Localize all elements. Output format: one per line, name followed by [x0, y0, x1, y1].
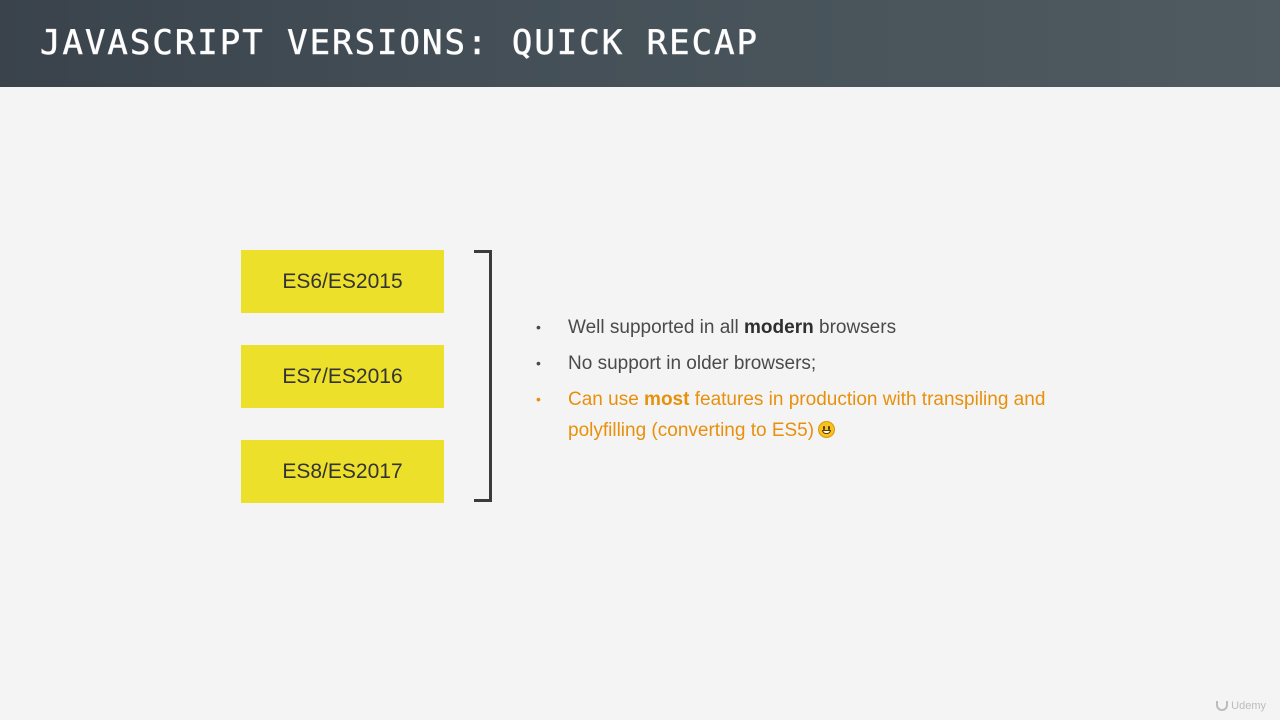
version-box-es7: ES7/ES2016 [241, 345, 444, 408]
bullet-item-no-support: • No support in older browsers; [532, 348, 1092, 379]
bullet-dot: • [536, 319, 541, 335]
version-box-es8: ES8/ES2017 [241, 440, 444, 503]
bullet-text: No support in older browsers; [568, 353, 817, 374]
slide-header: JavaScript Versions: Quick Recap [0, 0, 1280, 87]
udemy-watermark: Udemy [1216, 700, 1266, 712]
bullet-item-modern-support: • Well supported in all modern browsers [532, 312, 1092, 343]
bullet-dot: • [536, 391, 541, 407]
udemy-logo-icon [1216, 701, 1229, 711]
bullet-item-production: • Can use most features in production wi… [532, 384, 1092, 446]
slide: JavaScript Versions: Quick Recap ES6/ES2… [0, 0, 1280, 720]
grouping-bracket [474, 250, 492, 502]
watermark-text: Udemy [1231, 700, 1266, 712]
slide-title: JavaScript Versions: Quick Recap [40, 23, 760, 64]
bullet-text: Can use [568, 389, 645, 410]
bullet-dot: • [536, 355, 541, 371]
smiley-emoji-icon [818, 421, 836, 438]
bullet-bold-text: modern [744, 317, 814, 338]
version-label: ES8/ES2017 [282, 459, 403, 483]
bullet-text: Well supported in all [568, 317, 745, 338]
version-label: ES6/ES2015 [282, 269, 403, 293]
version-label: ES7/ES2016 [282, 364, 403, 388]
bullet-bold-text: most [644, 389, 690, 410]
bullet-text: browsers [813, 317, 897, 338]
bullet-list: • Well supported in all modern browsers … [532, 312, 1092, 451]
version-box-es6: ES6/ES2015 [241, 250, 444, 313]
